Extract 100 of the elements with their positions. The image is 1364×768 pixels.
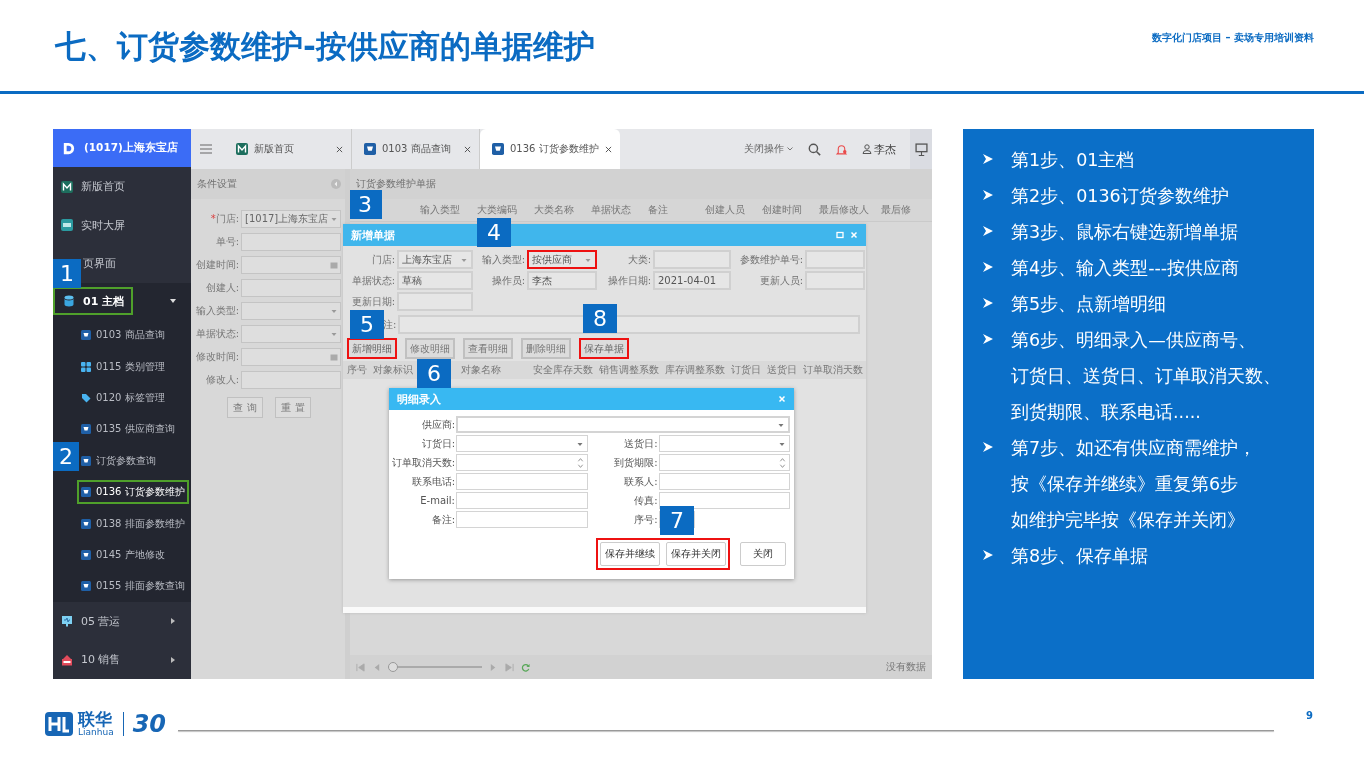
sidebar-subitem[interactable]: 0136 订货参数维护	[77, 480, 189, 505]
input-field[interactable]	[658, 454, 790, 471]
column-header: 送货日	[767, 363, 797, 377]
field-label: 联系电话:	[410, 474, 455, 489]
close-icon[interactable]	[336, 145, 343, 153]
dialog-button[interactable]: 保存并继续	[600, 542, 660, 566]
field-label: 门店:	[370, 252, 395, 267]
slide-title: 七、订货参数维护-按供应商的单据维护	[55, 27, 595, 66]
input-field[interactable]	[241, 301, 341, 320]
bell-icon[interactable]	[835, 142, 848, 156]
sidebar-item[interactable]: 新版首页	[61, 172, 125, 201]
column-header: 安全库存天数	[533, 363, 593, 377]
field-label: 送货日:	[623, 436, 658, 451]
monitor-icon[interactable]	[915, 142, 928, 156]
menu-icon[interactable]	[200, 144, 212, 154]
next-page-icon[interactable]	[489, 662, 498, 672]
sidebar-item[interactable]: 实时大屏	[61, 211, 125, 240]
input-field[interactable]	[456, 492, 588, 509]
input-field[interactable]: [1017]上海东宝店	[241, 209, 341, 228]
arrowhead-bullet-icon	[982, 297, 994, 309]
sidebar-subitem[interactable]: 0120 标签管理	[77, 385, 169, 410]
sidebar-item[interactable]: 05 营运	[61, 607, 121, 636]
sidebar-item[interactable]: 页界面	[83, 249, 116, 278]
chevron-icon	[786, 145, 794, 153]
field-label: 大类:	[626, 252, 651, 267]
maximize-icon[interactable]	[836, 231, 844, 239]
field-label: 更新日期:	[350, 294, 395, 309]
brand-latin-name: Lianhua	[78, 727, 114, 737]
input-field[interactable]: 2021-04-01	[653, 271, 731, 290]
sidebar-subitem[interactable]: 0103 商品查询	[77, 323, 169, 348]
toolbar-button[interactable]: 保存单据	[579, 338, 629, 359]
column-header: 对象名称	[461, 363, 501, 377]
cart-icon	[81, 424, 91, 435]
input-field[interactable]	[241, 255, 341, 274]
toolbar-button[interactable]: 查看明细	[463, 338, 513, 359]
input-field[interactable]	[456, 454, 588, 471]
close-icon[interactable]	[464, 145, 471, 153]
sidebar-subitem[interactable]: 0135 供应商查询	[77, 417, 179, 442]
input-field[interactable]	[241, 370, 341, 389]
close-icon[interactable]	[605, 145, 612, 153]
input-field[interactable]: 按供应商	[527, 250, 597, 269]
field-label: 序号:	[633, 512, 658, 527]
sidebar-subitem[interactable]: 0155 排面参数查询	[77, 574, 189, 599]
spinner-icon[interactable]	[779, 455, 786, 470]
cart-icon	[364, 143, 376, 155]
last-page-icon[interactable]	[505, 662, 514, 672]
input-field[interactable]	[241, 278, 341, 297]
field-label: 单据状态:	[194, 326, 239, 341]
field-label: 联系人:	[623, 474, 658, 489]
field-label: 操作员:	[490, 273, 525, 288]
previous-page-icon[interactable]	[372, 662, 381, 672]
search-icon[interactable]	[808, 142, 821, 156]
input-field[interactable]	[658, 473, 790, 490]
toolbar-button[interactable]: 修改明细	[405, 338, 455, 359]
pager-status: 没有数据	[886, 660, 926, 674]
sidebar-subitem[interactable]: 0115 类别管理	[77, 354, 169, 379]
field-label: 操作日期:	[606, 273, 651, 288]
user-menu[interactable]: 李杰	[862, 141, 896, 157]
input-field[interactable]: 上海东宝店	[397, 250, 473, 269]
toolbar-button[interactable]: 新增明细	[347, 338, 397, 359]
toolbar-button[interactable]: 删除明细	[521, 338, 571, 359]
arrowhead-bullet-icon	[982, 261, 994, 273]
step-text: 第1步、01主档	[1011, 149, 1135, 172]
slide-subtitle: 数字化门店项目 – 卖场专用培训资料	[1152, 31, 1314, 45]
sidebar-item[interactable]: 01 主档	[53, 287, 133, 316]
input-field[interactable]	[805, 271, 865, 290]
sidebar-subitem[interactable]: 订货参数查询	[77, 448, 160, 473]
slider-thumb[interactable]	[388, 662, 398, 672]
tab[interactable]: 0136 订货参数维护	[480, 129, 620, 169]
spinner-icon[interactable]	[576, 455, 584, 470]
step-number-badge: 5	[350, 310, 384, 339]
shop-sign-icon	[61, 653, 73, 666]
dialog-button[interactable]: 保存并关闭	[666, 542, 726, 566]
input-field[interactable]: 李杰	[527, 271, 597, 290]
input-field[interactable]	[456, 511, 588, 528]
step-number-badge: 1	[53, 258, 81, 288]
collapse-icon[interactable]	[331, 179, 341, 189]
form-button[interactable]: 重 置	[275, 397, 311, 418]
sidebar-subitem[interactable]: 0145 产地修改	[77, 542, 169, 567]
input-field[interactable]	[456, 473, 588, 490]
input-field[interactable]	[805, 250, 865, 269]
calendar-icon	[330, 352, 338, 361]
sidebar-subitem[interactable]: 0138 排面参数维护	[77, 511, 189, 536]
input-field[interactable]: 草稿	[397, 271, 473, 290]
input-field[interactable]	[241, 324, 341, 343]
refresh-icon[interactable]	[521, 662, 530, 672]
close-menu[interactable]: 关闭操作	[744, 142, 794, 156]
field-label: 创建时间:	[194, 257, 239, 272]
first-page-icon[interactable]	[356, 662, 365, 672]
column-header: 备注	[648, 204, 668, 215]
input-field[interactable]	[241, 347, 341, 366]
column-header: 对象标识	[373, 363, 413, 377]
input-field[interactable]	[456, 435, 588, 452]
logo-icon	[61, 140, 76, 156]
step-text: 第4步、输入类型---按供应商	[1011, 257, 1240, 280]
dialog-button[interactable]: 关闭	[740, 542, 786, 566]
input-field[interactable]	[456, 416, 790, 433]
input-field[interactable]	[241, 232, 341, 251]
sidebar-item[interactable]: 10 销售	[61, 645, 121, 674]
input-field[interactable]	[658, 435, 790, 452]
